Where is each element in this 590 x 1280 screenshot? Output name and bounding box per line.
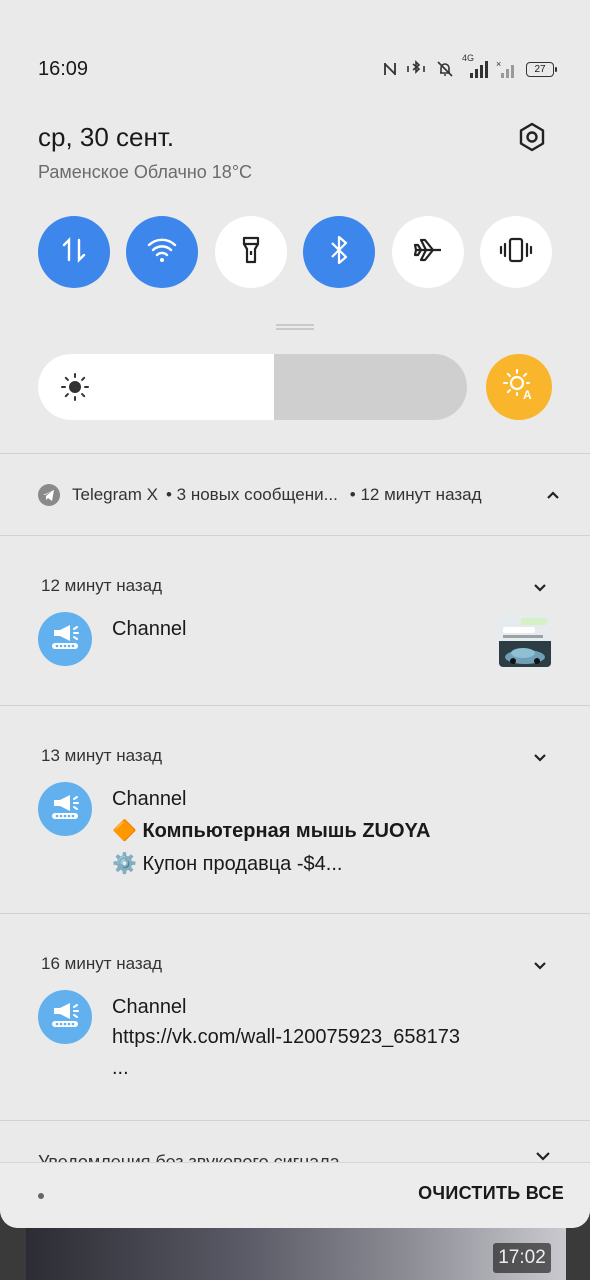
divider <box>0 1120 590 1121</box>
battery-icon: 27 <box>526 61 557 77</box>
notification-time: 12 минут назад <box>41 576 163 595</box>
drag-handle[interactable] <box>276 324 314 330</box>
notification-text: ... <box>112 1057 129 1079</box>
clear-all-button[interactable]: ОЧИСТИТЬ ВСЕ <box>418 1183 564 1204</box>
notification-title: Channel <box>112 996 187 1018</box>
notification-shade: 16:09 4G × 27 ср, 30 сент. Раменское Обл… <box>0 0 590 1228</box>
settings-gear-icon[interactable] <box>516 121 548 153</box>
tile-bluetooth[interactable] <box>303 216 376 288</box>
notification-time: 16 минут назад <box>41 954 163 973</box>
svg-text:A: A <box>523 388 532 402</box>
signal-4g-icon: 4G <box>462 53 488 79</box>
telegram-icon <box>38 484 60 506</box>
system-icons: 4G × 27 <box>382 53 557 79</box>
signal-icon: × <box>496 59 518 79</box>
divider <box>0 453 590 454</box>
tile-airplane-mode[interactable] <box>391 216 464 288</box>
flashlight-icon <box>240 235 262 270</box>
notification-title: Channel <box>112 788 187 810</box>
bluetooth-vibrate-icon <box>406 60 428 78</box>
notification-item[interactable]: 12 минут назад Channel <box>0 536 590 705</box>
background-app-preview <box>26 1228 566 1280</box>
notification-thumbnail <box>499 613 551 667</box>
vibrate-icon <box>499 236 533 269</box>
chevron-down-icon[interactable] <box>533 580 547 598</box>
notification-time: 13 минут назад <box>41 746 163 765</box>
page-indicator <box>38 1193 44 1199</box>
tile-wifi[interactable] <box>126 216 199 288</box>
brightness-sun-icon <box>60 372 90 407</box>
silent-section-header[interactable]: Уведомления без звукового сигнала <box>38 1148 340 1162</box>
chevron-down-icon[interactable] <box>533 750 547 768</box>
status-time: 16:09 <box>38 57 89 80</box>
notification-title: Channel <box>112 618 187 640</box>
chevron-down-icon[interactable] <box>533 958 547 976</box>
tile-mobile-data[interactable] <box>38 216 110 288</box>
quick-settings-tiles <box>38 216 552 288</box>
notification-item[interactable]: 13 минут назад Channel 🔶 Компьютерная мы… <box>0 706 590 913</box>
auto-brightness-icon: A <box>502 368 536 407</box>
date-label: ср, 30 сент. <box>38 122 175 152</box>
bell-off-icon <box>436 60 454 78</box>
notification-item[interactable]: 16 минут назад Channel https://vk.com/wa… <box>0 914 590 1120</box>
megaphone-icon <box>48 622 82 657</box>
airplane-icon <box>412 236 444 269</box>
notification-text: https://vk.com/wall-120075923_658173 <box>112 1026 461 1048</box>
bluetooth-icon <box>328 234 350 271</box>
chevron-up-icon[interactable] <box>546 485 560 505</box>
tile-vibrate[interactable] <box>479 216 552 288</box>
group-summary: • 3 новых сообщени... <box>165 485 338 504</box>
chevron-down-icon[interactable] <box>535 1150 551 1162</box>
arrows-up-down-icon <box>59 235 89 270</box>
brightness-slider[interactable] <box>38 354 467 420</box>
group-app-name: Telegram X <box>72 485 158 504</box>
avatar <box>38 990 92 1044</box>
tile-flashlight[interactable] <box>214 216 287 288</box>
avatar <box>38 612 92 666</box>
weather-label: Раменское Облачно 18°C <box>38 162 253 182</box>
background-clock: 17:02 <box>493 1243 551 1273</box>
megaphone-icon <box>48 1000 82 1035</box>
svg-text:×: × <box>496 59 501 69</box>
status-bar: 16:09 4G × 27 <box>38 53 557 82</box>
auto-brightness-button[interactable]: A <box>486 354 552 420</box>
nfc-icon <box>382 60 398 78</box>
group-time: • 12 минут назад <box>349 485 482 504</box>
notification-text: 🔶 Компьютерная мышь ZUOYA <box>112 820 431 842</box>
megaphone-icon <box>48 792 82 827</box>
wifi-icon <box>146 236 178 269</box>
shade-footer: ОЧИСТИТЬ ВСЕ <box>0 1162 590 1228</box>
notification-text: ⚙️ Купон продавца -$4... <box>112 853 343 875</box>
avatar <box>38 782 92 836</box>
notification-group-header[interactable]: Telegram X • 3 новых сообщени... • 12 ми… <box>38 480 560 510</box>
